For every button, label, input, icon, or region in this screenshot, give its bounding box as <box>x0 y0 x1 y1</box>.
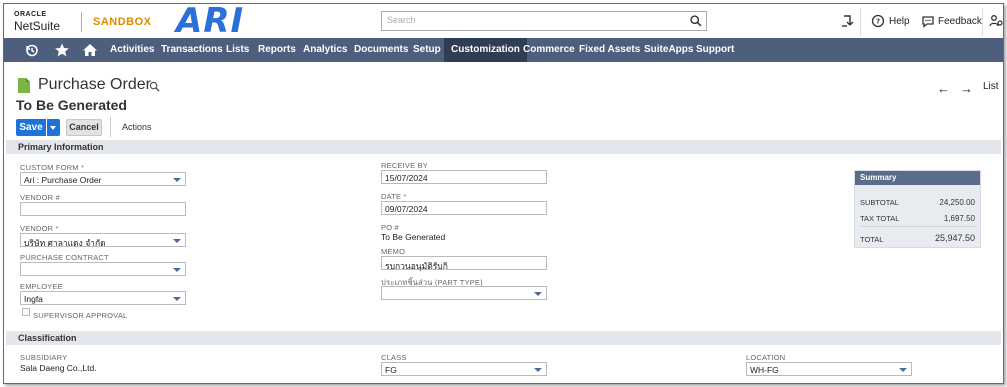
location-label: LOCATION <box>746 353 786 362</box>
next-record-button[interactable]: → <box>960 81 973 96</box>
app-window: ORACLE NetSuite SANDBOX ARI Search ? Hel… <box>3 3 1004 384</box>
cancel-button[interactable]: Cancel <box>66 119 102 136</box>
employee-select[interactable]: Ingfa <box>20 291 186 305</box>
class-select[interactable]: FG <box>381 362 547 376</box>
record-status: To Be Generated <box>16 97 127 113</box>
purchase-contract-select[interactable] <box>20 262 186 276</box>
location-value: WH-FG <box>750 365 779 375</box>
search-icon[interactable] <box>149 81 160 92</box>
purchase-order-icon <box>18 78 30 93</box>
vendor-value: บริษัท ศาลาแดง จำกัด <box>24 238 106 248</box>
nav-item-customization[interactable]: Customization <box>444 38 527 62</box>
nav-item-activities[interactable]: Activities <box>103 38 161 62</box>
list-link[interactable]: List <box>983 81 999 92</box>
nav-item-support[interactable]: Support <box>689 38 741 62</box>
summary-panel: Summary SUBTOTAL 24,250.00 TAX TOTAL 1,6… <box>854 170 981 248</box>
help-link[interactable]: Help <box>889 16 910 27</box>
nav-item-setup[interactable]: Setup <box>406 38 448 62</box>
receive-by-label: RECEIVE BY <box>381 161 429 170</box>
vendor-number-label: VENDOR # <box>20 193 60 202</box>
save-options-dropdown[interactable] <box>47 119 60 136</box>
employee-label: EMPLOYEE <box>20 282 63 291</box>
recent-icon[interactable] <box>24 42 40 58</box>
search-icon[interactable] <box>689 14 703 28</box>
purchase-contract-label: PURCHASE CONTRACT <box>20 253 109 262</box>
vendor-select[interactable]: บริษัท ศาลาแดง จำกัด <box>20 233 186 248</box>
help-icon[interactable]: ? <box>870 13 886 29</box>
header-divider <box>982 8 983 36</box>
search-placeholder: Search <box>387 15 416 25</box>
po-number-label: PO # <box>381 223 399 232</box>
class-value: FG <box>385 365 397 375</box>
sandbox-badge: SANDBOX <box>93 16 152 28</box>
location-select[interactable]: WH-FG <box>746 362 912 376</box>
subtotal-value: 24,250.00 <box>939 198 975 207</box>
feedback-icon[interactable] <box>920 13 936 29</box>
nav-item-analytics[interactable]: Analytics <box>296 38 354 62</box>
part-type-select[interactable] <box>381 286 547 300</box>
chevron-down-icon <box>899 368 907 372</box>
brand-divider <box>81 12 82 32</box>
custom-form-label: CUSTOM FORM * <box>20 163 85 172</box>
section-title: Primary Information <box>18 142 104 152</box>
main-navigation: Activities Transactions Lists Reports Analyt… <box>4 38 1003 62</box>
total-label: TOTAL <box>860 235 884 244</box>
classification-header[interactable]: Classification <box>6 331 1001 345</box>
section-title: Classification <box>18 333 77 343</box>
memo-field[interactable]: รบกวนอนุมัติรับกิ <box>381 256 547 271</box>
company-logo: ARI <box>176 3 245 41</box>
total-value: 25,947.50 <box>934 233 975 243</box>
class-label: CLASS <box>381 353 407 362</box>
chevron-down-icon <box>173 297 181 301</box>
receive-by-value: 15/07/2024 <box>385 173 428 183</box>
date-label: DATE * <box>381 192 407 201</box>
vendor-number-field[interactable] <box>20 202 186 216</box>
date-value: 09/07/2024 <box>385 204 428 214</box>
custom-form-select[interactable]: Ari : Purchase Order <box>20 172 186 186</box>
button-divider <box>110 117 111 137</box>
user-roles-icon[interactable] <box>988 13 1004 29</box>
svg-text:?: ? <box>876 18 880 26</box>
header-divider <box>860 8 861 36</box>
tax-total-value: 1,697.50 <box>943 214 975 223</box>
primary-info-header[interactable]: Primary Information <box>6 140 1001 154</box>
supervisor-approval-label: SUPERVISOR APPROVAL <box>33 311 128 320</box>
supervisor-approval-checkbox[interactable] <box>22 308 30 316</box>
feedback-link[interactable]: Feedback <box>938 16 982 27</box>
receive-by-field[interactable]: 15/07/2024 <box>381 170 547 184</box>
actions-menu[interactable]: Actions <box>122 122 152 132</box>
previous-record-button[interactable]: ← <box>937 81 950 96</box>
memo-label: MEMO <box>381 247 406 256</box>
chevron-down-icon <box>173 268 181 272</box>
home-icon[interactable] <box>82 42 98 58</box>
oracle-label: ORACLE <box>14 11 47 18</box>
vendor-label: VENDOR * <box>20 224 59 233</box>
memo-value: รบกวนอนุมัติรับกิ <box>385 261 448 271</box>
chevron-down-icon <box>173 178 181 182</box>
star-icon[interactable] <box>54 42 70 58</box>
employee-value: Ingfa <box>24 294 43 304</box>
chevron-down-icon <box>534 292 542 296</box>
subsidiary-value: Sala Daeng Co.,Ltd. <box>20 363 97 373</box>
summary-divider <box>860 226 977 227</box>
top-header: ORACLE NetSuite SANDBOX ARI Search ? Hel… <box>4 4 1003 38</box>
po-number-value: To Be Generated <box>381 232 446 242</box>
subtotal-label: SUBTOTAL <box>860 198 899 207</box>
netsuite-logo[interactable]: NetSuite <box>14 19 60 33</box>
save-button[interactable]: Save <box>16 119 46 136</box>
chevron-down-icon <box>173 239 181 243</box>
custom-form-value: Ari : Purchase Order <box>24 175 102 185</box>
page-title: Purchase Order <box>38 76 151 93</box>
global-search-input[interactable]: Search <box>381 11 707 31</box>
subsidiary-label: SUBSIDIARY <box>20 353 68 362</box>
date-field[interactable]: 09/07/2024 <box>381 201 547 215</box>
recent-records-icon[interactable] <box>839 13 855 29</box>
chevron-down-icon <box>534 368 542 372</box>
tax-total-label: TAX TOTAL <box>860 214 900 223</box>
summary-title: Summary <box>855 171 980 185</box>
